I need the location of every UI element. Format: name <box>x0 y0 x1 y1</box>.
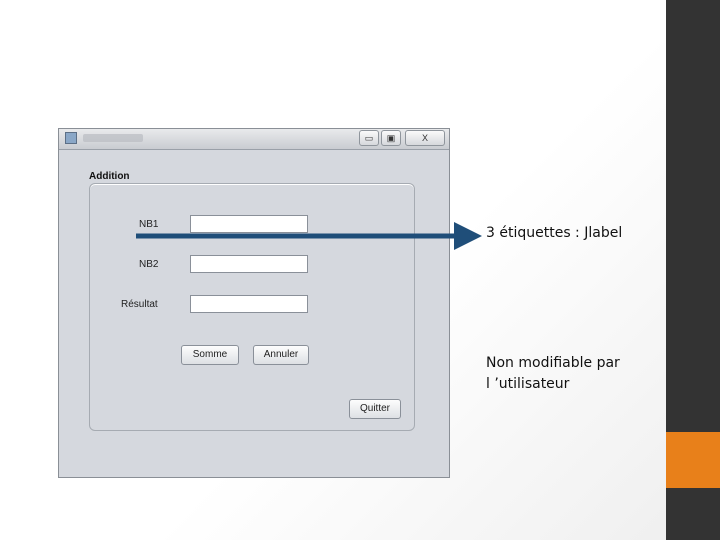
labels-annotation: 3 étiquettes : Jlabel <box>486 225 623 241</box>
annotation-arrow <box>136 222 482 250</box>
arrow-head <box>454 222 482 250</box>
readonly-annotation-line2: l ’utilisateur <box>486 376 570 392</box>
readonly-annotation-line1: Non modifiable par <box>486 355 620 371</box>
